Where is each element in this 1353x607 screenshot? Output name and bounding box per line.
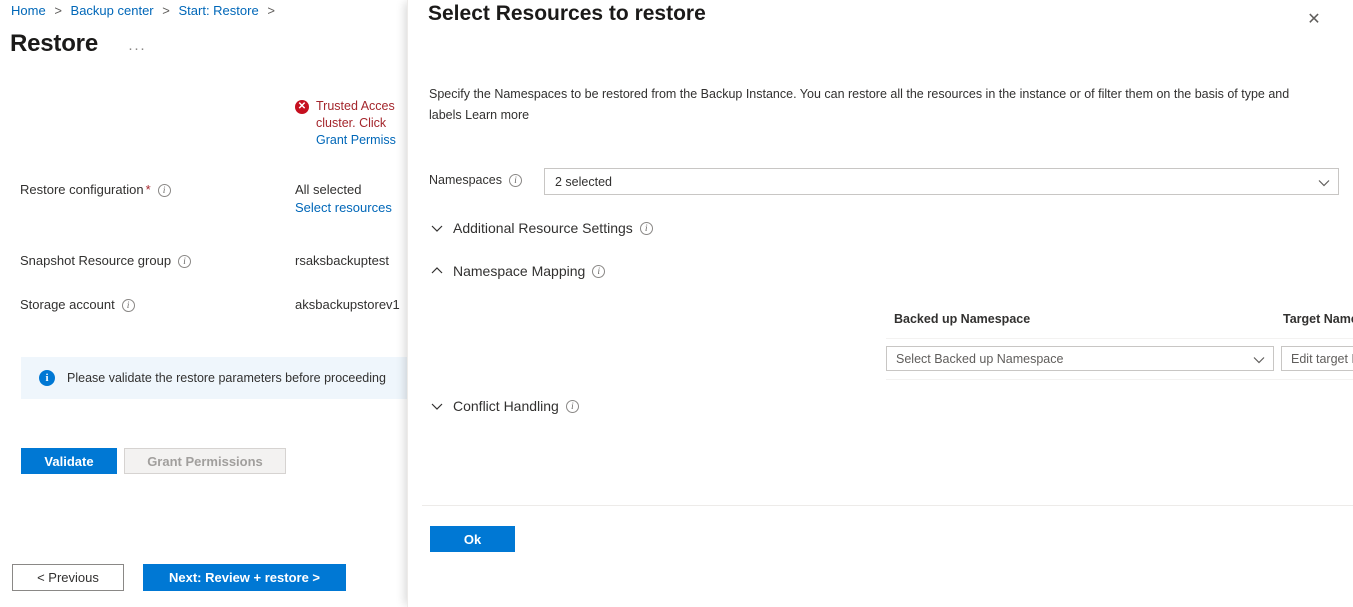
table-row: Select Backed up Namespace: [886, 338, 1353, 380]
breadcrumb-item-home[interactable]: Home: [11, 3, 46, 18]
backed-up-namespace-placeholder: Select Backed up Namespace: [896, 352, 1063, 366]
grant-permissions-button[interactable]: Grant Permissions: [124, 448, 286, 474]
breadcrumb-separator: >: [162, 3, 170, 18]
validation-info-banner: i Please validate the restore parameters…: [21, 357, 407, 399]
chevron-up-icon: [429, 264, 449, 278]
value-restore-configuration: All selected: [295, 182, 361, 197]
info-circle-icon: i: [39, 370, 55, 386]
column-header-backed-up-namespace: Backed up Namespace: [894, 312, 1030, 326]
namespaces-selected-value: 2 selected: [555, 175, 612, 189]
section-title: Namespace Mapping: [453, 263, 585, 279]
info-icon[interactable]: i: [566, 400, 579, 413]
chevron-down-icon: [1317, 176, 1329, 188]
restore-blade: Home > Backup center > Start: Restore > …: [0, 0, 407, 607]
namespace-mapping-table: Backed up Namespace Target Name Space Se…: [886, 312, 1353, 380]
chevron-down-icon: [429, 221, 449, 235]
ok-button[interactable]: Ok: [430, 526, 515, 552]
label-storage-account: Storage account i: [20, 297, 135, 312]
more-options-button[interactable]: ···: [128, 40, 146, 57]
error-line-1: Trusted Acces: [316, 98, 407, 115]
target-name-space-input[interactable]: [1281, 346, 1353, 371]
section-title: Additional Resource Settings: [453, 220, 633, 236]
trusted-access-error: ✕ Trusted Acces cluster. Click Grant Per…: [295, 98, 407, 149]
info-icon[interactable]: i: [640, 222, 653, 235]
pane-description: Specify the Namespaces to be restored fr…: [429, 84, 1313, 126]
section-additional-resource-settings[interactable]: Additional Resource Settings i: [429, 220, 653, 236]
table-header-row: Backed up Namespace Target Name Space: [886, 312, 1353, 338]
section-conflict-handling[interactable]: Conflict Handling i: [429, 398, 579, 414]
error-line-2: cluster. Click: [316, 115, 407, 132]
value-snapshot-resource-group: rsaksbackuptest: [295, 253, 389, 268]
required-asterisk: *: [146, 182, 151, 197]
error-circle-icon: ✕: [295, 100, 309, 114]
info-icon[interactable]: i: [122, 299, 135, 312]
label-snapshot-resource-group: Snapshot Resource group i: [20, 253, 191, 268]
label-text: Storage account: [20, 297, 115, 312]
breadcrumb: Home > Backup center > Start: Restore >: [11, 3, 280, 18]
breadcrumb-separator: >: [54, 3, 62, 18]
value-storage-account: aksbackupstorev1: [295, 297, 400, 312]
section-title: Conflict Handling: [453, 398, 559, 414]
select-resources-pane: Select Resources to restore ✕ Specify th…: [407, 0, 1353, 607]
info-icon[interactable]: i: [178, 255, 191, 268]
footer-divider: [422, 505, 1353, 506]
chevron-down-icon: [1252, 353, 1264, 365]
previous-button[interactable]: < Previous: [12, 564, 124, 591]
label-text: Snapshot Resource group: [20, 253, 171, 268]
page-title: Restore: [10, 30, 98, 58]
backed-up-namespace-dropdown[interactable]: Select Backed up Namespace: [886, 346, 1274, 371]
namespaces-label: Namespaces i: [429, 173, 522, 187]
chevron-down-icon: [429, 399, 449, 413]
info-icon[interactable]: i: [592, 265, 605, 278]
label-text: Restore configuration: [20, 182, 144, 197]
namespaces-dropdown[interactable]: 2 selected: [544, 168, 1339, 195]
info-banner-text: Please validate the restore parameters b…: [67, 371, 386, 385]
pane-title: Select Resources to restore: [428, 2, 706, 26]
screen-root: Home > Backup center > Start: Restore > …: [0, 0, 1353, 607]
info-icon[interactable]: i: [509, 174, 522, 187]
breadcrumb-item-start-restore[interactable]: Start: Restore: [178, 3, 258, 18]
close-icon[interactable]: ✕: [1301, 6, 1327, 32]
next-review-restore-button[interactable]: Next: Review + restore >: [143, 564, 346, 591]
breadcrumb-separator: >: [267, 3, 275, 18]
namespaces-row: Namespaces i 2 selected: [429, 168, 1339, 195]
column-header-target-name-space: Target Name Space: [1283, 312, 1353, 326]
validate-button[interactable]: Validate: [21, 448, 117, 474]
grant-permission-link[interactable]: Grant Permiss: [316, 132, 407, 149]
label-text: Namespaces: [429, 173, 502, 187]
info-icon[interactable]: i: [158, 184, 171, 197]
select-resources-link[interactable]: Select resources: [295, 200, 392, 215]
label-restore-configuration: Restore configuration* i: [20, 182, 171, 197]
breadcrumb-item-backup-center[interactable]: Backup center: [71, 3, 154, 18]
section-namespace-mapping[interactable]: Namespace Mapping i: [429, 263, 605, 279]
